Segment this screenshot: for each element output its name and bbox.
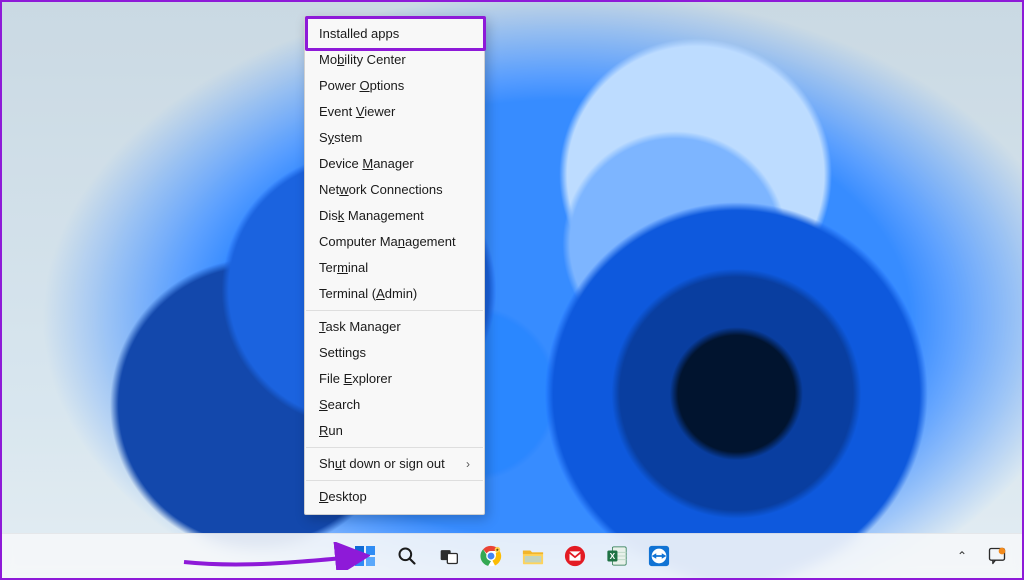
tray-overflow-button[interactable]: ⌃ [952,539,972,573]
task-view-button[interactable] [432,539,466,573]
menu-item-settings[interactable]: Settings [305,340,484,366]
file-explorer-icon [522,546,544,566]
menu-item-power-options[interactable]: Power Options [305,73,484,99]
menu-item-label: Desktop [319,484,367,510]
menu-item-mobility-center[interactable]: Mobility Center [305,47,484,73]
menu-item-label: Search [319,392,360,418]
winx-menu: Installed appsMobility CenterPower Optio… [304,16,485,515]
menu-item-label: Settings [319,340,366,366]
menu-separator [306,310,483,311]
menu-item-label: Device Manager [319,151,414,177]
start-icon [355,546,375,566]
menu-item-label: File Explorer [319,366,392,392]
menu-item-label: Installed apps [319,21,399,47]
search-button[interactable] [390,539,424,573]
menu-item-label: Network Connections [319,177,443,203]
menu-item-run[interactable]: Run [305,418,484,444]
menu-item-label: Terminal [319,255,368,281]
menu-item-label: Shut down or sign out [319,451,445,477]
menu-item-label: Disk Management [319,203,424,229]
submenu-arrow-icon: › [466,451,470,477]
taskbar: ★ [2,533,1022,578]
menu-item-computer-management[interactable]: Computer Management [305,229,484,255]
menu-item-installed-apps[interactable]: Installed apps [305,21,484,47]
desktop-frame: Installed appsMobility CenterPower Optio… [0,0,1024,580]
taskbar-tray: ⌃ [952,534,1014,578]
excel-button[interactable]: X [600,539,634,573]
notifications-button[interactable] [980,539,1014,573]
menu-separator [306,480,483,481]
desktop-wallpaper [2,2,1022,578]
menu-item-desktop[interactable]: Desktop [305,484,484,510]
menu-item-label: Mobility Center [319,47,406,73]
menu-item-file-explorer[interactable]: File Explorer [305,366,484,392]
menu-item-label: Event Viewer [319,99,395,125]
menu-item-network-connections[interactable]: Network Connections [305,177,484,203]
teamviewer-icon [648,545,670,567]
menu-item-label: System [319,125,362,151]
canada-post-icon [564,545,586,567]
menu-item-label: Power Options [319,73,404,99]
menu-item-terminal[interactable]: Terminal [305,255,484,281]
start-button[interactable] [348,539,382,573]
search-icon [397,546,417,566]
menu-item-label: Run [319,418,343,444]
menu-item-search[interactable]: Search [305,392,484,418]
menu-item-disk-management[interactable]: Disk Management [305,203,484,229]
chrome-button[interactable]: ★ [474,539,508,573]
notifications-icon [987,546,1007,566]
menu-item-device-manager[interactable]: Device Manager [305,151,484,177]
canada-post-button[interactable] [558,539,592,573]
task-view-icon [439,546,459,566]
chevron-up-icon: ⌃ [957,549,967,563]
menu-item-label: Terminal (Admin) [319,281,417,307]
excel-icon: X [606,545,628,567]
menu-item-label: Computer Management [319,229,456,255]
taskbar-center: ★ [348,534,676,578]
svg-text:X: X [610,552,616,561]
menu-item-task-manager[interactable]: Task Manager [305,314,484,340]
menu-separator [306,447,483,448]
menu-item-label: Task Manager [319,314,401,340]
chrome-icon: ★ [480,545,502,567]
menu-item-terminal-admin[interactable]: Terminal (Admin) [305,281,484,307]
teamviewer-button[interactable] [642,539,676,573]
file-explorer-button[interactable] [516,539,550,573]
menu-item-system[interactable]: System [305,125,484,151]
menu-item-shut-down-or-sign-out[interactable]: Shut down or sign out › [305,451,484,477]
menu-item-event-viewer[interactable]: Event Viewer [305,99,484,125]
